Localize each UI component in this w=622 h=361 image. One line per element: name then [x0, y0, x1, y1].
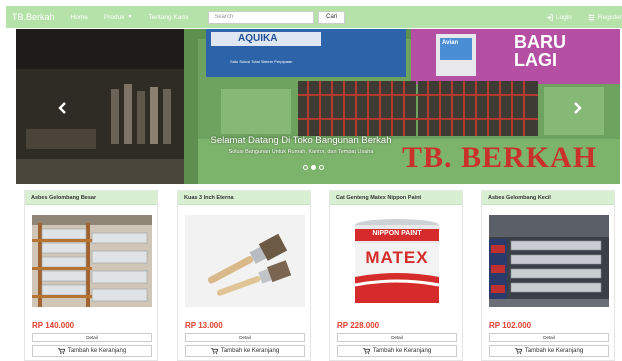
- banner-right-text: BARU LAGI: [514, 32, 566, 70]
- indicator-dot[interactable]: [319, 165, 324, 170]
- cart-icon: [57, 348, 65, 354]
- product-price: RP 102.000: [489, 321, 532, 330]
- nav-tentang-kami[interactable]: Tentang Kami: [148, 14, 188, 21]
- brand-logo[interactable]: TB.Berkah: [12, 12, 55, 22]
- can-brand: NIPPON PAINT: [372, 230, 422, 237]
- product-image-asbes-kecil[interactable]: [489, 215, 609, 307]
- chevron-left-icon: [58, 102, 66, 114]
- product-image-matex[interactable]: NIPPON PAINT MATEX: [337, 215, 457, 307]
- add-to-cart-button[interactable]: Tambah ke Keranjang: [32, 345, 152, 357]
- carousel-caption: Selamat Datang Di Toko Bangunan Berkah S…: [166, 135, 436, 155]
- product-card: Asbes Gelombang Besar RP 140.000 Detail …: [24, 190, 158, 361]
- register-link[interactable]: Register: [588, 14, 622, 21]
- carousel-next-button[interactable]: [568, 99, 586, 117]
- banner-right-brand: Avian: [442, 40, 459, 46]
- login-label: Login: [555, 13, 572, 21]
- detail-button[interactable]: Detail: [32, 333, 152, 342]
- chevron-right-icon: [574, 102, 582, 114]
- nav-produk-label: Produk: [103, 13, 125, 21]
- nav-home[interactable]: Home: [71, 14, 88, 21]
- nav-produk-dropdown[interactable]: Produk ▼: [104, 14, 133, 21]
- product-card: Cat Genteng Matex Nippon Paint NIPPON PA…: [329, 190, 463, 361]
- product-title[interactable]: Asbes Gelombang Besar: [25, 191, 157, 205]
- caption-text: Solusi Bangunan Untuk Rumah, Kantor, dan…: [228, 149, 374, 155]
- product-image-asbes-besar[interactable]: [32, 215, 152, 307]
- navbar: TB.Berkah Home Produk ▼ Tentang Kami Car…: [6, 6, 622, 28]
- caption-title: Selamat Datang Di Toko Bangunan Berkah: [210, 135, 392, 146]
- product-grid: Asbes Gelombang Besar RP 140.000 Detail …: [0, 190, 622, 361]
- can-label: MATEX: [365, 248, 429, 267]
- detail-button[interactable]: Detail: [185, 333, 305, 342]
- product-title[interactable]: Asbes Gelombang Kecil: [482, 191, 614, 205]
- caret-down-icon: ▼: [127, 14, 133, 20]
- add-to-cart-label: Tambah ke Keranjang: [220, 348, 280, 354]
- product-price: RP 13.000: [185, 321, 223, 330]
- product-price: RP 140.000: [32, 321, 75, 330]
- add-to-cart-label: Tambah ke Keranjang: [372, 348, 432, 354]
- nav-right: Login Register: [530, 14, 622, 21]
- hero-carousel[interactable]: AQUIKA Satu Solusi Total Sistem Perpipaa…: [16, 29, 620, 184]
- indicator-dot[interactable]: [303, 165, 308, 170]
- product-card: Kuas 3 Inch Eterna RP 13.000 Detail Tamb…: [177, 190, 311, 361]
- product-title[interactable]: Cat Genteng Matex Nippon Paint: [330, 191, 462, 205]
- product-image-kuas[interactable]: [185, 215, 305, 307]
- banner-left-subtitle: Satu Solusi Total Sistem Perpipaan: [230, 59, 293, 64]
- add-to-cart-button[interactable]: Tambah ke Keranjang: [489, 345, 609, 357]
- cart-icon: [362, 348, 370, 354]
- indicator-dot-active[interactable]: [311, 165, 316, 170]
- product-title[interactable]: Kuas 3 Inch Eterna: [178, 191, 310, 205]
- detail-button[interactable]: Detail: [337, 333, 457, 342]
- login-link[interactable]: Login: [546, 14, 572, 21]
- carousel-indicators: [303, 165, 324, 170]
- cart-icon: [514, 348, 522, 354]
- product-price: RP 228.000: [337, 321, 380, 330]
- register-label: Register: [597, 13, 622, 21]
- search-input[interactable]: [208, 10, 315, 24]
- add-to-cart-label: Tambah ke Keranjang: [524, 348, 584, 354]
- detail-button[interactable]: Detail: [489, 333, 609, 342]
- add-to-cart-label: Tambah ke Keranjang: [67, 348, 127, 354]
- add-to-cart-button[interactable]: Tambah ke Keranjang: [185, 345, 305, 357]
- carousel-prev-button[interactable]: [54, 99, 72, 117]
- search-button[interactable]: Cari: [318, 10, 346, 24]
- login-icon: [546, 13, 553, 21]
- product-card: Asbes Gelombang Kecil RP 102.000 Detail …: [481, 190, 615, 361]
- banner-left-title: AQUIKA: [238, 33, 278, 44]
- list-icon: [588, 14, 595, 20]
- cart-icon: [210, 348, 218, 354]
- add-to-cart-button[interactable]: Tambah ke Keranjang: [337, 345, 457, 357]
